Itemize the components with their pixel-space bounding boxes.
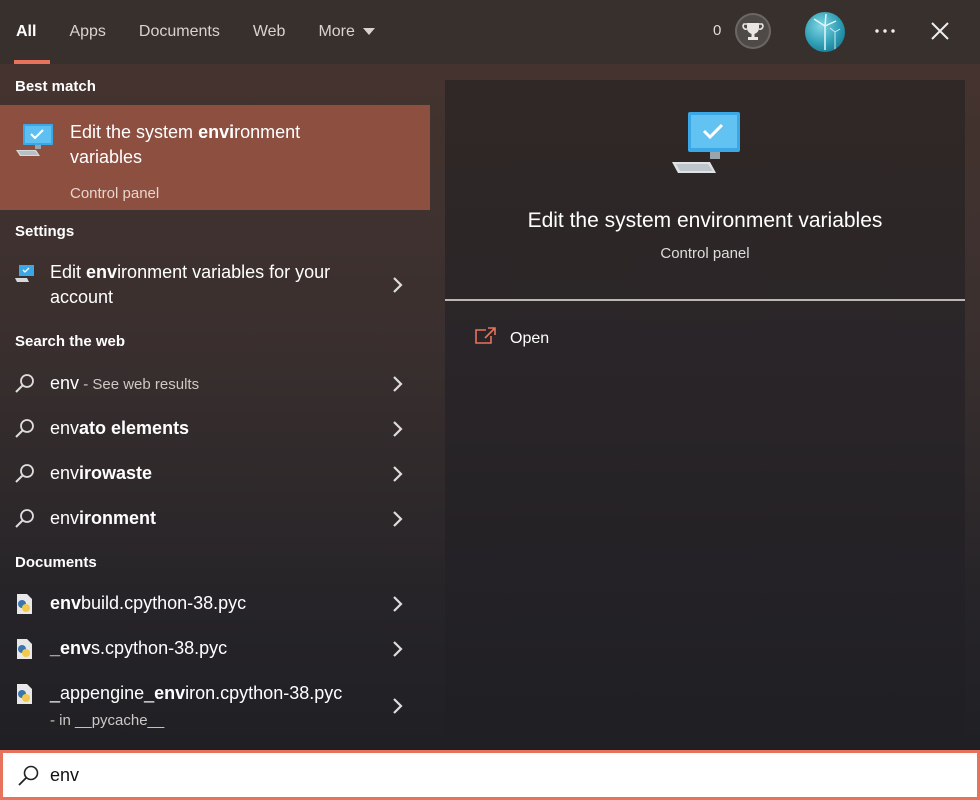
chevron-right-icon bbox=[393, 466, 403, 482]
best-match-title: Edit the system environment variables bbox=[70, 120, 370, 170]
settings-heading: Settings bbox=[15, 223, 75, 240]
document-item[interactable]: envbuild.cpython-38.pyc bbox=[0, 584, 430, 624]
document-name-start: _appengine_ bbox=[50, 683, 155, 703]
web-result-suffix: - See web results bbox=[79, 376, 200, 393]
search-box[interactable] bbox=[0, 750, 980, 800]
tab-web[interactable]: Web bbox=[253, 0, 286, 64]
tab-all[interactable]: All bbox=[13, 0, 52, 64]
search-icon bbox=[15, 374, 34, 393]
best-match-subtitle: Control panel bbox=[70, 185, 160, 202]
document-label: _appengine_environ.cpython-38.pyc bbox=[50, 683, 342, 704]
chevron-right-icon bbox=[393, 511, 403, 527]
web-result-query: env bbox=[50, 373, 80, 393]
tab-documents[interactable]: Documents bbox=[139, 0, 220, 64]
settings-match: env bbox=[86, 262, 118, 282]
document-match: env bbox=[50, 593, 82, 613]
web-result-item[interactable]: envato elements bbox=[0, 409, 430, 449]
web-result-query: env bbox=[50, 508, 80, 528]
settings-text: Edit bbox=[50, 262, 87, 282]
divider bbox=[445, 299, 965, 301]
search-web-heading: Search the web bbox=[15, 333, 126, 350]
tab-more-label: More bbox=[318, 23, 355, 40]
preview-pane: Edit the system environment variables Co… bbox=[445, 80, 965, 750]
results-list: Best match Edit the system environment v… bbox=[0, 64, 430, 750]
document-name-end: s.cpython-38.pyc bbox=[91, 638, 228, 658]
web-result-label: envato elements bbox=[50, 418, 189, 439]
documents-heading: Documents bbox=[15, 554, 97, 571]
more-options-button[interactable] bbox=[874, 20, 896, 48]
settings-monitor-icon bbox=[15, 265, 34, 282]
document-match: env bbox=[154, 683, 186, 703]
web-result-completion: ironment bbox=[79, 508, 157, 528]
document-label: _envs.cpython-38.pyc bbox=[50, 638, 227, 659]
web-result-completion: irowaste bbox=[79, 463, 153, 483]
system-monitor-icon bbox=[16, 124, 53, 156]
chevron-right-icon bbox=[393, 641, 403, 657]
open-external-icon bbox=[475, 327, 496, 344]
web-result-item[interactable]: envirowaste bbox=[0, 454, 430, 494]
web-result-label: envirowaste bbox=[50, 463, 152, 484]
web-result-item[interactable]: environment bbox=[0, 499, 430, 539]
search-nav-bar: All Apps Documents Web More 0 bbox=[0, 0, 980, 64]
document-item[interactable]: _envs.cpython-38.pyc bbox=[0, 629, 430, 669]
system-monitor-icon bbox=[672, 112, 740, 173]
tab-web-label: Web bbox=[252, 23, 286, 40]
settings-item-line2: account bbox=[50, 287, 114, 307]
open-label: Open bbox=[510, 330, 550, 347]
web-result-label: environment bbox=[50, 508, 156, 529]
preview-title: Edit the system environment variables bbox=[527, 209, 883, 232]
web-result-query: env bbox=[50, 418, 80, 438]
preview-subtitle: Control panel bbox=[660, 245, 750, 262]
document-name-end: iron.cpython-38.pyc bbox=[185, 683, 343, 703]
search-icon bbox=[15, 419, 34, 438]
web-result-query: env bbox=[50, 463, 80, 483]
settings-item-label: Edit environment variables for your bbox=[50, 262, 330, 283]
ellipsis-icon bbox=[875, 29, 895, 33]
best-title-text: Edit the system bbox=[70, 122, 199, 142]
search-icon bbox=[18, 765, 39, 786]
chevron-right-icon bbox=[393, 421, 403, 437]
chevron-right-icon bbox=[393, 277, 403, 293]
best-match-item[interactable]: Edit the system environment variables bbox=[0, 105, 430, 210]
tab-apps-label: Apps bbox=[69, 23, 106, 40]
web-result-label: env - See web results bbox=[50, 373, 199, 394]
settings-item[interactable]: Edit environment variables for your acco… bbox=[0, 254, 430, 314]
caret-down-icon bbox=[362, 28, 375, 36]
avatar[interactable] bbox=[805, 12, 845, 52]
filter-tabs: All Apps Documents Web More bbox=[13, 0, 408, 64]
chevron-right-icon bbox=[393, 596, 403, 612]
document-name-end: build.cpython-38.pyc bbox=[81, 593, 247, 613]
document-item[interactable]: _appengine_environ.cpython-38.pyc - in _… bbox=[0, 674, 430, 736]
document-match: _env bbox=[50, 638, 92, 658]
python-file-icon bbox=[17, 684, 32, 704]
close-icon bbox=[931, 22, 949, 40]
document-location: - in __pycache__ bbox=[50, 712, 165, 729]
search-icon bbox=[15, 509, 34, 528]
tab-more[interactable]: More bbox=[318, 0, 375, 64]
settings-text-end: ironment variables for your bbox=[117, 262, 331, 282]
best-match-heading: Best match bbox=[15, 78, 96, 95]
best-title-match: envi bbox=[198, 122, 235, 142]
tab-documents-label: Documents bbox=[138, 23, 220, 40]
tab-apps[interactable]: Apps bbox=[69, 0, 105, 64]
chevron-right-icon bbox=[393, 698, 403, 714]
document-label: envbuild.cpython-38.pyc bbox=[50, 593, 246, 614]
chevron-right-icon bbox=[393, 376, 403, 392]
python-file-icon bbox=[17, 594, 32, 614]
python-file-icon bbox=[17, 639, 32, 659]
web-result-item[interactable]: env - See web results bbox=[0, 364, 430, 404]
search-input[interactable] bbox=[50, 760, 950, 790]
web-result-completion: ato elements bbox=[79, 418, 190, 438]
rewards-trophy-icon[interactable] bbox=[735, 13, 771, 49]
close-button[interactable] bbox=[928, 19, 952, 43]
search-icon bbox=[15, 464, 34, 483]
rewards-points: 0 bbox=[713, 22, 722, 39]
tab-all-label: All bbox=[16, 23, 37, 40]
